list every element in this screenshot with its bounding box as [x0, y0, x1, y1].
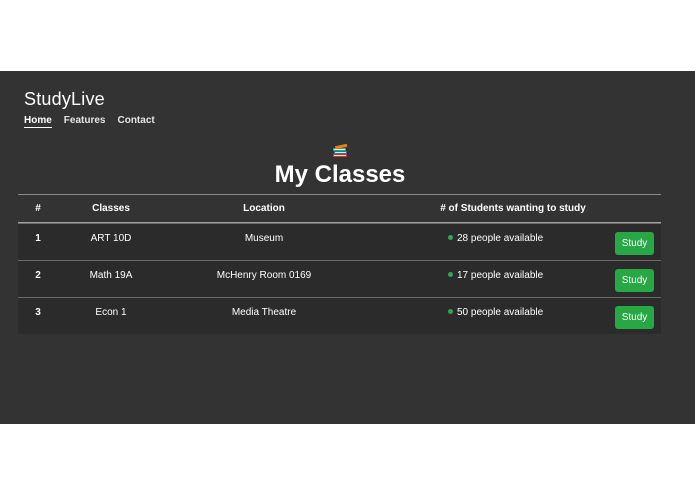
row-number: 1	[35, 233, 41, 244]
header-location: Location	[243, 203, 285, 214]
status-dot-icon	[448, 271, 453, 277]
table-row: 2 Math 19A McHenry Room 0169 17 people a…	[18, 260, 661, 297]
nav-contact[interactable]: Contact	[117, 115, 154, 128]
row-class: ART 10D	[90, 233, 132, 244]
row-students: 50 people available	[448, 298, 638, 327]
brand-logo[interactable]: StudyLive	[24, 89, 105, 110]
books-icon	[333, 143, 348, 157]
row-students: 28 people available	[448, 224, 638, 253]
header-classes: Classes	[92, 203, 130, 214]
row-number: 2	[35, 270, 41, 281]
table-header-row: # Classes Location # of Students wanting…	[18, 194, 661, 223]
app-shell: StudyLive Home Features Contact My Class…	[0, 71, 695, 424]
main-nav: Home Features Contact	[24, 115, 155, 128]
nav-features[interactable]: Features	[64, 115, 106, 128]
row-location: Media Theatre	[231, 307, 297, 318]
study-button[interactable]: Study	[615, 269, 654, 292]
nav-home[interactable]: Home	[24, 115, 52, 128]
table-row: 1 ART 10D Museum 28 people available Stu…	[18, 223, 661, 260]
students-available: 28 people available	[457, 233, 544, 244]
row-class: Econ 1	[95, 307, 127, 318]
row-class: Math 19A	[89, 270, 133, 281]
row-number: 3	[35, 307, 41, 318]
students-available: 17 people available	[457, 270, 544, 281]
status-dot-icon	[448, 234, 453, 240]
row-students: 17 people available	[448, 261, 638, 290]
students-available: 50 people available	[457, 307, 544, 318]
row-location: McHenry Room 0169	[216, 270, 312, 281]
status-dot-icon	[448, 308, 453, 314]
page-title: My Classes	[274, 161, 406, 188]
study-button[interactable]: Study	[615, 306, 654, 329]
header-students: # of Students wanting to study	[440, 203, 586, 214]
row-location: Museum	[244, 233, 284, 244]
table-row: 3 Econ 1 Media Theatre 50 people availab…	[18, 297, 661, 334]
classes-table: # Classes Location # of Students wanting…	[18, 194, 661, 334]
header-number: #	[35, 203, 41, 214]
study-button[interactable]: Study	[615, 232, 654, 255]
